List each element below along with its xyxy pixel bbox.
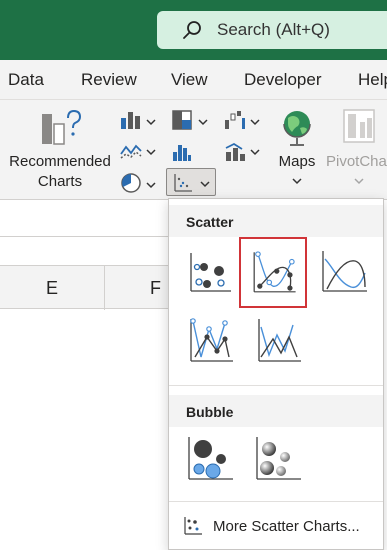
- scatter-heading: Scatter: [169, 205, 383, 237]
- line-chart-icon[interactable]: [120, 142, 142, 160]
- bubble-3d-icon: [256, 437, 301, 480]
- scatter-smooth-markers-icon: [253, 251, 296, 293]
- pivotchart-icon: [343, 109, 375, 143]
- scatter-smooth-lines[interactable]: [309, 249, 377, 297]
- column-header-f[interactable]: F: [150, 278, 161, 299]
- bubble-heading: Bubble: [169, 395, 383, 427]
- hierarchy-chart-icon[interactable]: [172, 110, 192, 130]
- more-scatter-charts-link[interactable]: More Scatter Charts...: [183, 515, 360, 537]
- scatter-straight-lines[interactable]: [245, 317, 313, 365]
- section-divider: [169, 385, 383, 386]
- recommended-label-1: Recommended: [9, 153, 111, 170]
- statistic-chart-icon[interactable]: [172, 142, 192, 162]
- column-chart-icon[interactable]: [120, 110, 142, 130]
- recommended-label-2: Charts: [37, 173, 83, 190]
- chevron-down-icon[interactable]: [198, 117, 208, 127]
- scatter-straight-lines-markers[interactable]: [177, 317, 245, 365]
- chevron-down-icon: [292, 178, 302, 185]
- chevron-down-icon[interactable]: [146, 180, 156, 190]
- column-header-e[interactable]: E: [46, 278, 58, 299]
- excel-window: Search (Alt+Q) Data Review View Develope…: [0, 0, 387, 550]
- scatter-smooth-lines-icon: [322, 251, 367, 292]
- pivotchart-label: PivotChart: [326, 153, 387, 170]
- scatter-small-icon: [184, 517, 202, 535]
- scatter-straight-lines-icon: [258, 319, 301, 362]
- tab-developer[interactable]: Developer: [244, 70, 322, 90]
- scatter-chart-icon: [174, 174, 192, 192]
- scatter-chart-button[interactable]: [166, 168, 216, 196]
- scatter-dropdown: Scatter Bubble More Scatter Charts...: [168, 198, 384, 550]
- ribbon-tabs: Data Review View Developer Help: [0, 60, 387, 100]
- search-placeholder: Search (Alt+Q): [217, 20, 330, 39]
- chevron-down-icon[interactable]: [146, 117, 156, 127]
- pie-chart-icon[interactable]: [120, 172, 142, 194]
- search-icon: [183, 21, 201, 39]
- ribbon-charts-group: Recommended Charts Maps PivotCha: [0, 100, 387, 200]
- scatter-markers-icon: [190, 253, 231, 292]
- scatter-straight-markers-icon: [190, 318, 233, 362]
- chevron-down-icon[interactable]: [146, 147, 156, 157]
- scatter-smooth-lines-markers[interactable]: [239, 237, 307, 308]
- maps-label: Maps: [278, 153, 316, 170]
- scatter-markers-only[interactable]: [177, 249, 245, 297]
- column-separator[interactable]: [104, 266, 105, 310]
- chevron-down-icon: [200, 181, 210, 188]
- bubble-chart[interactable]: [177, 435, 245, 483]
- recommended-charts-icon: [42, 109, 82, 145]
- globe-icon: [283, 111, 311, 146]
- bubble-3d-chart[interactable]: [245, 435, 313, 483]
- chevron-down-icon[interactable]: [250, 147, 260, 157]
- tab-help[interactable]: Help: [358, 70, 387, 90]
- section-divider: [169, 501, 383, 502]
- bubble-chart-icon: [188, 437, 233, 480]
- tab-view[interactable]: View: [171, 70, 208, 90]
- combo-chart-icon[interactable]: [224, 142, 246, 162]
- chevron-down-icon: [354, 178, 364, 185]
- tab-data[interactable]: Data: [8, 70, 44, 90]
- waterfall-chart-icon[interactable]: [224, 110, 246, 130]
- more-scatter-label: More Scatter Charts...: [213, 517, 360, 535]
- title-bar: Search (Alt+Q): [0, 0, 387, 60]
- chevron-down-icon[interactable]: [250, 117, 260, 127]
- search-box[interactable]: Search (Alt+Q): [157, 11, 387, 49]
- tab-review[interactable]: Review: [81, 70, 137, 90]
